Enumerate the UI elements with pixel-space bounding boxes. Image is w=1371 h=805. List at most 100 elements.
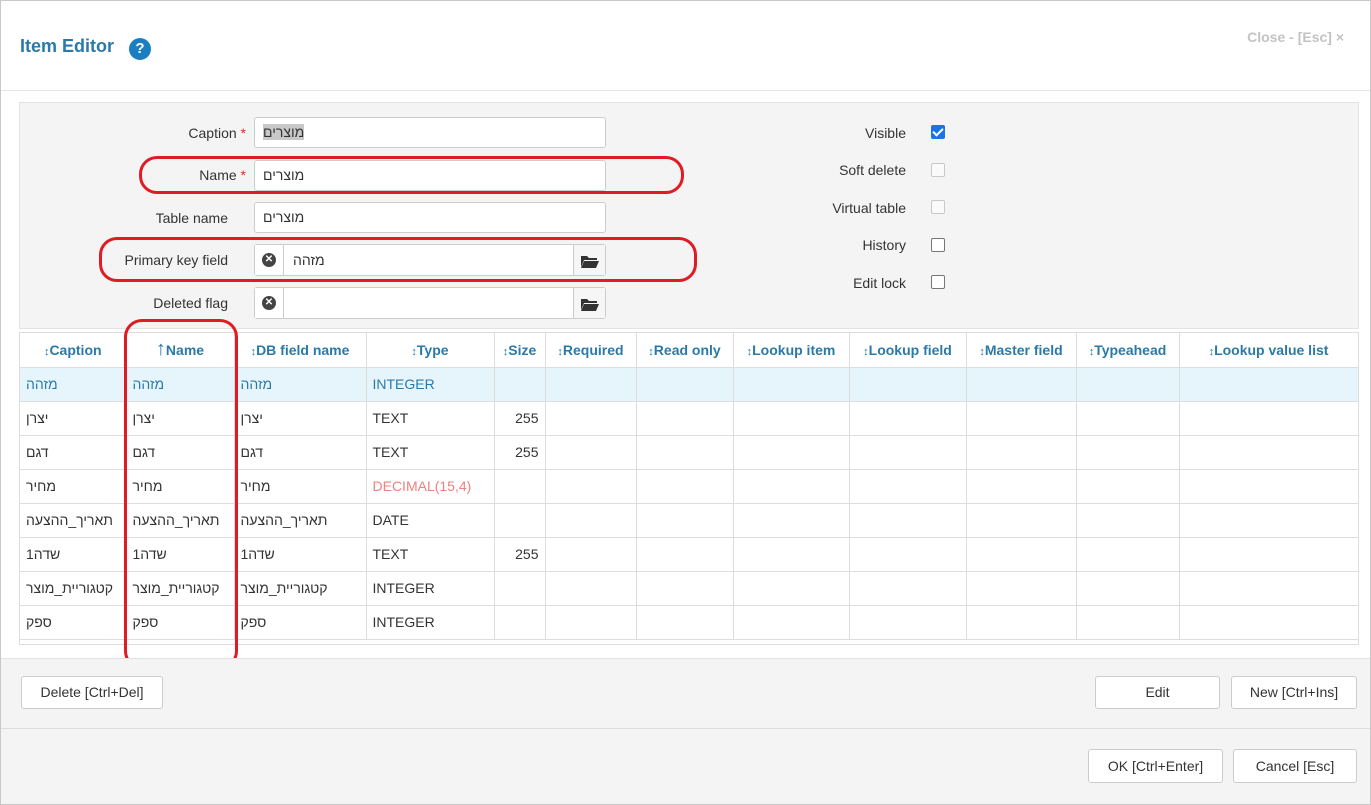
empty-cell xyxy=(1076,401,1180,436)
size-cell: 255 xyxy=(494,435,546,470)
empty-cell xyxy=(733,367,850,402)
empty-cell xyxy=(545,537,637,572)
db-field-name-cell: יצרן xyxy=(234,401,367,436)
column-header-size[interactable]: ↕Size xyxy=(494,333,546,368)
empty-cell xyxy=(545,469,637,504)
empty-cell xyxy=(545,367,637,402)
empty-cell xyxy=(733,401,850,436)
empty-cell xyxy=(545,571,637,606)
empty-cell xyxy=(849,537,967,572)
type-cell: TEXT xyxy=(366,435,495,470)
type-cell: DECIMAL(15,4) xyxy=(366,469,495,504)
column-header-caption[interactable]: ↕Caption xyxy=(20,333,127,368)
empty-cell xyxy=(1076,571,1180,606)
caption-cell: מזהה xyxy=(20,367,127,402)
empty-cell xyxy=(849,469,967,504)
db-field-name-cell: מזהה xyxy=(234,367,367,402)
soft-delete-checkbox[interactable] xyxy=(931,163,945,177)
history-checkbox[interactable] xyxy=(931,238,945,252)
history-label: History xyxy=(862,237,906,253)
empty-cell xyxy=(1179,401,1359,436)
column-header-typeahead[interactable]: ↕Typeahead xyxy=(1076,333,1180,368)
column-header-type[interactable]: ↕Type xyxy=(366,333,495,368)
table-name-label: Table name xyxy=(155,210,228,226)
size-cell xyxy=(494,605,546,640)
deleted-flag-label: Deleted flag xyxy=(153,295,228,311)
clear-icon: ✕ xyxy=(262,296,276,310)
empty-cell xyxy=(1076,605,1180,640)
delete-button[interactable]: Delete [Ctrl+Del] xyxy=(21,676,163,709)
virtual-table-label: Virtual table xyxy=(832,200,906,216)
size-cell xyxy=(494,571,546,606)
soft-delete-label: Soft delete xyxy=(839,162,906,178)
empty-cell xyxy=(636,435,734,470)
empty-cell xyxy=(1076,435,1180,470)
empty-cell xyxy=(545,605,637,640)
empty-cell xyxy=(733,605,850,640)
caption-input[interactable]: מוצרים xyxy=(254,117,606,148)
column-header-lookup-item[interactable]: ↕Lookup item xyxy=(733,333,850,368)
type-cell: DATE xyxy=(366,503,495,538)
item-editor-dialog: Item Editor ? Close - [Esc] × Caption * … xyxy=(0,0,1371,805)
visible-checkbox[interactable] xyxy=(931,125,945,139)
empty-cell xyxy=(733,435,850,470)
clear-deleted-flag-button[interactable]: ✕ xyxy=(255,288,284,318)
empty-cell xyxy=(966,571,1077,606)
highlight-primary-key-field xyxy=(99,237,697,282)
empty-cell xyxy=(849,605,967,640)
empty-cell xyxy=(1076,469,1180,504)
db-field-name-cell: דגם xyxy=(234,435,367,470)
edit-lock-label: Edit lock xyxy=(853,275,906,291)
empty-cell xyxy=(849,503,967,538)
column-header-db-field-name[interactable]: ↕DB field name xyxy=(234,333,367,368)
empty-cell xyxy=(1076,503,1180,538)
empty-cell xyxy=(966,605,1077,640)
help-icon[interactable]: ? xyxy=(129,38,151,60)
column-header-read-only[interactable]: ↕Read only xyxy=(636,333,734,368)
dialog-header: Item Editor ? Close - [Esc] × xyxy=(1,1,1370,91)
caption-cell: קטגוריית_מוצר xyxy=(20,571,127,606)
type-cell: TEXT xyxy=(366,401,495,436)
size-cell xyxy=(494,469,546,504)
table-name-input[interactable]: מוצרים xyxy=(254,202,606,233)
empty-cell xyxy=(636,571,734,606)
visible-label: Visible xyxy=(865,125,906,141)
empty-cell xyxy=(966,435,1077,470)
virtual-table-checkbox[interactable] xyxy=(931,200,945,214)
edit-lock-checkbox[interactable] xyxy=(931,275,945,289)
empty-cell xyxy=(733,469,850,504)
empty-cell xyxy=(966,469,1077,504)
highlight-name-field xyxy=(139,156,684,194)
column-header-required[interactable]: ↕Required xyxy=(545,333,637,368)
size-cell: 255 xyxy=(494,401,546,436)
empty-cell xyxy=(849,367,967,402)
ok-button[interactable]: OK [Ctrl+Enter] xyxy=(1088,749,1223,783)
empty-cell xyxy=(545,435,637,470)
column-header-lookup-value-list[interactable]: ↕Lookup value list xyxy=(1179,333,1359,368)
column-header-lookup-field[interactable]: ↕Lookup field xyxy=(849,333,967,368)
close-button[interactable]: Close - [Esc] × xyxy=(1247,29,1344,45)
empty-cell xyxy=(966,503,1077,538)
db-field-name-cell: שדה1 xyxy=(234,537,367,572)
browse-deleted-flag-button[interactable] xyxy=(573,288,605,318)
cancel-button[interactable]: Cancel [Esc] xyxy=(1233,749,1357,783)
highlight-name-column xyxy=(124,319,238,669)
column-header-master-field[interactable]: ↕Master field xyxy=(966,333,1077,368)
empty-cell xyxy=(1179,435,1359,470)
empty-cell xyxy=(849,401,967,436)
folder-open-icon xyxy=(581,299,599,311)
empty-cell xyxy=(733,571,850,606)
edit-button[interactable]: Edit xyxy=(1095,676,1220,709)
empty-cell xyxy=(733,503,850,538)
empty-cell xyxy=(1179,571,1359,606)
caption-cell: שדה1 xyxy=(20,537,127,572)
empty-cell xyxy=(636,469,734,504)
empty-cell xyxy=(1179,367,1359,402)
empty-cell xyxy=(545,401,637,436)
new-button[interactable]: New [Ctrl+Ins] xyxy=(1231,676,1357,709)
empty-cell xyxy=(636,367,734,402)
empty-cell xyxy=(545,503,637,538)
type-cell: INTEGER xyxy=(366,367,495,402)
empty-cell xyxy=(1179,605,1359,640)
dialog-footer: OK [Ctrl+Enter] Cancel [Esc] xyxy=(1,728,1370,804)
